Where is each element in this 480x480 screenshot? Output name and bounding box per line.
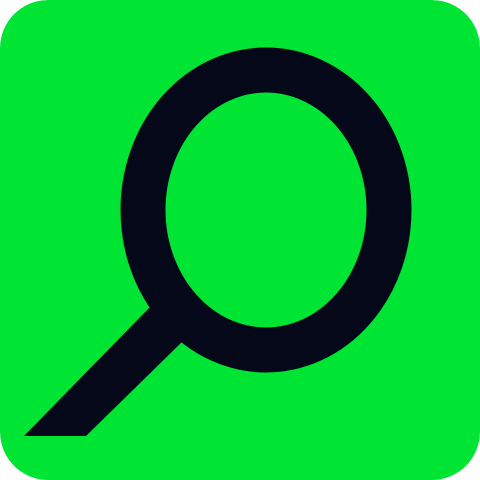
search-icon: [0, 0, 480, 480]
search-app-icon[interactable]: [0, 0, 480, 480]
